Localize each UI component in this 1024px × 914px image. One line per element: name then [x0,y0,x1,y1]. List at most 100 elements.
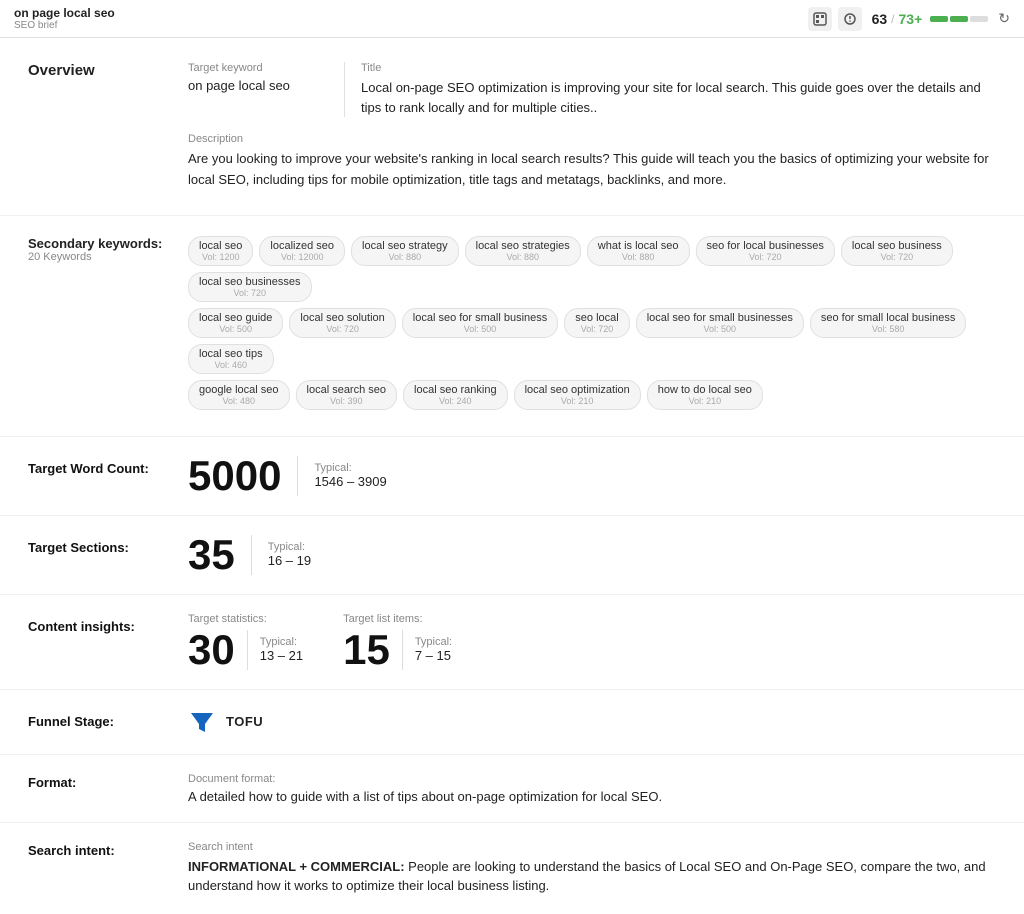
keyword-vol: Vol: 480 [222,396,255,406]
description-label: Description [188,133,996,145]
doc-format-label: Document format: [188,773,996,785]
overview-divider [344,62,345,117]
score-bar-filled-2 [950,16,968,22]
ci-list-group: Target list items: 15 Typical: 7 – 15 [343,613,452,671]
keyword-tag: local seo guideVol: 500 [188,308,283,338]
keyword-name: what is local seo [598,240,679,252]
ci-stats-row: 30 Typical: 13 – 21 [188,629,303,671]
keyword-vol: Vol: 880 [506,252,539,262]
overview-title-row: Target keyword on page local seo Title L… [188,62,996,117]
ci-list-divider [402,630,403,670]
keyword-tag: local seo businessVol: 720 [841,236,953,266]
icon-button-2[interactable] [838,7,862,31]
keyword-name: local seo for small businesses [647,312,793,324]
keywords-label: Secondary keywords: [28,236,188,251]
si-bold-text: INFORMATIONAL + COMMERCIAL: [188,859,405,874]
format-section: Format: Document format: A detailed how … [0,755,1024,823]
keyword-tag: local seo rankingVol: 240 [403,380,508,410]
ci-body: Target statistics: 30 Typical: 13 – 21 T… [188,613,452,671]
icon-button-1[interactable] [808,7,832,31]
funnel-body: TOFU [188,708,263,736]
keyword-tag: local seo optimizationVol: 210 [514,380,641,410]
keyword-vol: Vol: 210 [689,396,722,406]
kw-row-3: google local seoVol: 480local search seo… [188,380,996,410]
score-bar-filled [930,16,948,22]
overview-body: Target keyword on page local seo Title L… [188,62,996,191]
keyword-tag: localized seoVol: 12000 [259,236,345,266]
score-bar [930,16,988,22]
overview-title: Overview [28,62,95,79]
sections-divider [251,535,252,575]
keyword-name: local seo optimization [525,384,630,396]
keyword-tag: google local seoVol: 480 [188,380,290,410]
keywords-count: 20 Keywords [28,251,188,263]
ci-stats-typical-label: Typical: [260,636,303,648]
score-current: 63 [872,11,888,27]
description-text: Are you looking to improve your website'… [188,149,996,191]
keyword-tag: local search seoVol: 390 [296,380,398,410]
si-body: Search intent INFORMATIONAL + COMMERCIAL… [188,841,996,896]
funnel-section: Funnel Stage: TOFU [0,690,1024,755]
keyword-tag: how to do local seoVol: 210 [647,380,763,410]
app-header: on page local seo SEO brief [0,0,1024,38]
keyword-vol: Vol: 240 [439,396,472,406]
header-icons [808,7,862,31]
keyword-name: local seo businesses [199,276,301,288]
keyword-tag: local seo strategyVol: 880 [351,236,459,266]
keyword-vol: Vol: 720 [749,252,782,262]
secondary-keywords-section: Secondary keywords: 20 Keywords local se… [0,216,1024,437]
keyword-name: local seo strategy [362,240,448,252]
keyword-vol: Vol: 720 [233,288,266,298]
keyword-vol: Vol: 460 [215,360,248,370]
keywords-tags: local seoVol: 1200 localized seoVol: 1200… [188,236,996,416]
keyword-vol: Vol: 500 [464,324,497,334]
target-keyword-value: on page local seo [188,78,328,93]
sections-typical: Typical: 16 – 19 [268,541,311,568]
keyword-name: local search seo [307,384,387,396]
ci-stats-group: Target statistics: 30 Typical: 13 – 21 [188,613,303,671]
ci-list-typical: Typical: 7 – 15 [415,636,452,663]
keyword-vol: Vol: 12000 [281,252,324,262]
keyword-name: local seo ranking [414,384,497,396]
keyword-tag: local seo businessesVol: 720 [188,272,312,302]
keyword-name: seo for small local business [821,312,956,324]
keyword-tag: local seo solutionVol: 720 [289,308,395,338]
header-left: on page local seo SEO brief [14,6,115,31]
score-area: 63 / 73+ [872,11,989,27]
word-count-body: 5000 Typical: 1546 – 3909 [188,455,387,497]
sections-typical-val: 16 – 19 [268,553,311,568]
sections-label: Target Sections: [28,534,188,555]
ci-label: Content insights: [28,613,188,634]
refresh-icon[interactable]: ↻ [998,10,1010,27]
keyword-tag: local seo tipsVol: 460 [188,344,274,374]
keyword-name: local seo [199,240,242,252]
keyword-vol: Vol: 1200 [202,252,240,262]
title-text: Local on-page SEO optimization is improv… [361,78,996,117]
keyword-vol: Vol: 580 [872,324,905,334]
keyword-name: seo local [575,312,618,324]
target-keyword-col: Target keyword on page local seo [188,62,328,117]
main-content: Overview Target keyword on page local se… [0,38,1024,914]
title-col: Title Local on-page SEO optimization is … [361,62,996,117]
keyword-name: local seo guide [199,312,272,324]
keyword-tag: seo for small local businessVol: 580 [810,308,967,338]
score-numbers: 63 / 73+ [872,11,923,27]
keyword-name: local seo business [852,240,942,252]
overview-label: Overview [28,62,188,79]
keyword-tag: local seo strategiesVol: 880 [465,236,581,266]
keyword-name: local seo strategies [476,240,570,252]
keyword-tag: local seo for small businessVol: 500 [402,308,559,338]
format-label: Format: [28,773,188,790]
keyword-name: how to do local seo [658,384,752,396]
overview-section: Overview Target keyword on page local se… [0,38,1024,216]
keyword-vol: Vol: 210 [561,396,594,406]
keyword-tag: seo localVol: 720 [564,308,629,338]
word-count-label: Target Word Count: [28,455,188,476]
keyword-vol: Vol: 720 [581,324,614,334]
ci-list-value: 15 [343,629,390,671]
format-body: Document format: A detailed how to guide… [188,773,996,804]
keywords-label-col: Secondary keywords: 20 Keywords [28,236,188,263]
ci-list-typical-label: Typical: [415,636,452,648]
ci-list-typical-val: 7 – 15 [415,648,452,663]
ci-stats-value: 30 [188,629,235,671]
